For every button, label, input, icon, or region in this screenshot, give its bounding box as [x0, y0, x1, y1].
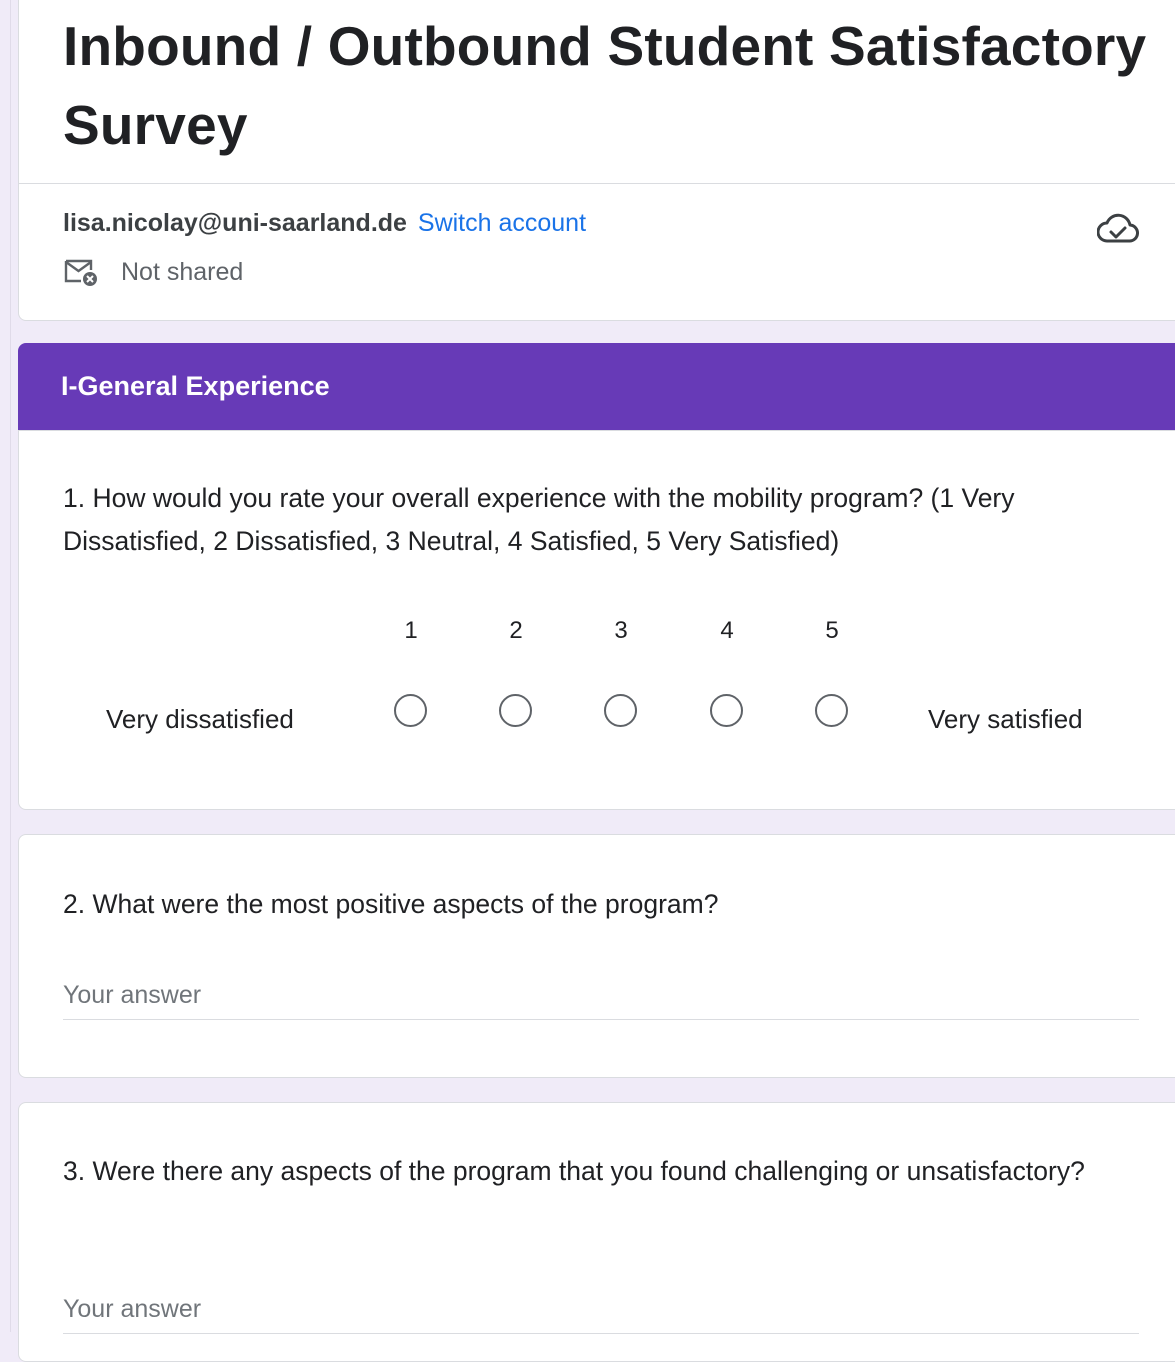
shared-status-text: Not shared — [121, 257, 244, 286]
switch-account-link[interactable]: Switch account — [418, 209, 586, 237]
shared-status-row: Not shared — [63, 257, 243, 287]
question-text: 1. How would you rate your overall exper… — [63, 483, 1015, 556]
section-header: I-General Experience — [18, 343, 1175, 431]
cloud-check-icon[interactable] — [1097, 211, 1139, 245]
scale-number-1: 1 — [404, 617, 418, 644]
section-title: I-General Experience — [61, 371, 330, 401]
scale-number-5: 5 — [825, 617, 839, 644]
rating-radio-5[interactable] — [815, 694, 848, 727]
header-divider — [19, 183, 1175, 184]
answer-input[interactable]: Your answer — [63, 981, 1139, 1020]
rating-radio-4[interactable] — [710, 694, 743, 727]
answer-input[interactable]: Your answer — [63, 1295, 1139, 1334]
account-row: lisa.nicolay@uni-saarland.de Switch acco… — [63, 207, 586, 239]
question-text: 2. What were the most positive aspects o… — [63, 889, 719, 919]
scale-max-label: Very satisfied — [928, 704, 1083, 734]
question-card-2: 2. What were the most positive aspects o… — [18, 834, 1175, 1078]
rating-radio-2[interactable] — [499, 694, 532, 727]
account-email: lisa.nicolay@uni-saarland.de — [63, 209, 407, 237]
rating-radio-1[interactable] — [394, 694, 427, 727]
scale-number-2: 2 — [509, 617, 523, 644]
form-header-card: Inbound / Outbound Student Satisfactory … — [18, 0, 1175, 321]
rating-radio-3[interactable] — [604, 694, 637, 727]
left-rail — [0, 0, 11, 1332]
question-card-3: 3. Were there any aspects of the program… — [18, 1102, 1175, 1362]
question-card-1: 1. How would you rate your overall exper… — [18, 430, 1175, 810]
scale-number-4: 4 — [720, 617, 734, 644]
mail-not-shared-icon — [64, 259, 97, 286]
form-title: Inbound / Outbound Student Satisfactory … — [63, 15, 1147, 156]
scale-number-3: 3 — [614, 617, 628, 644]
question-text: 3. Were there any aspects of the program… — [63, 1156, 1085, 1186]
scale-min-label: Very dissatisfied — [106, 704, 294, 734]
